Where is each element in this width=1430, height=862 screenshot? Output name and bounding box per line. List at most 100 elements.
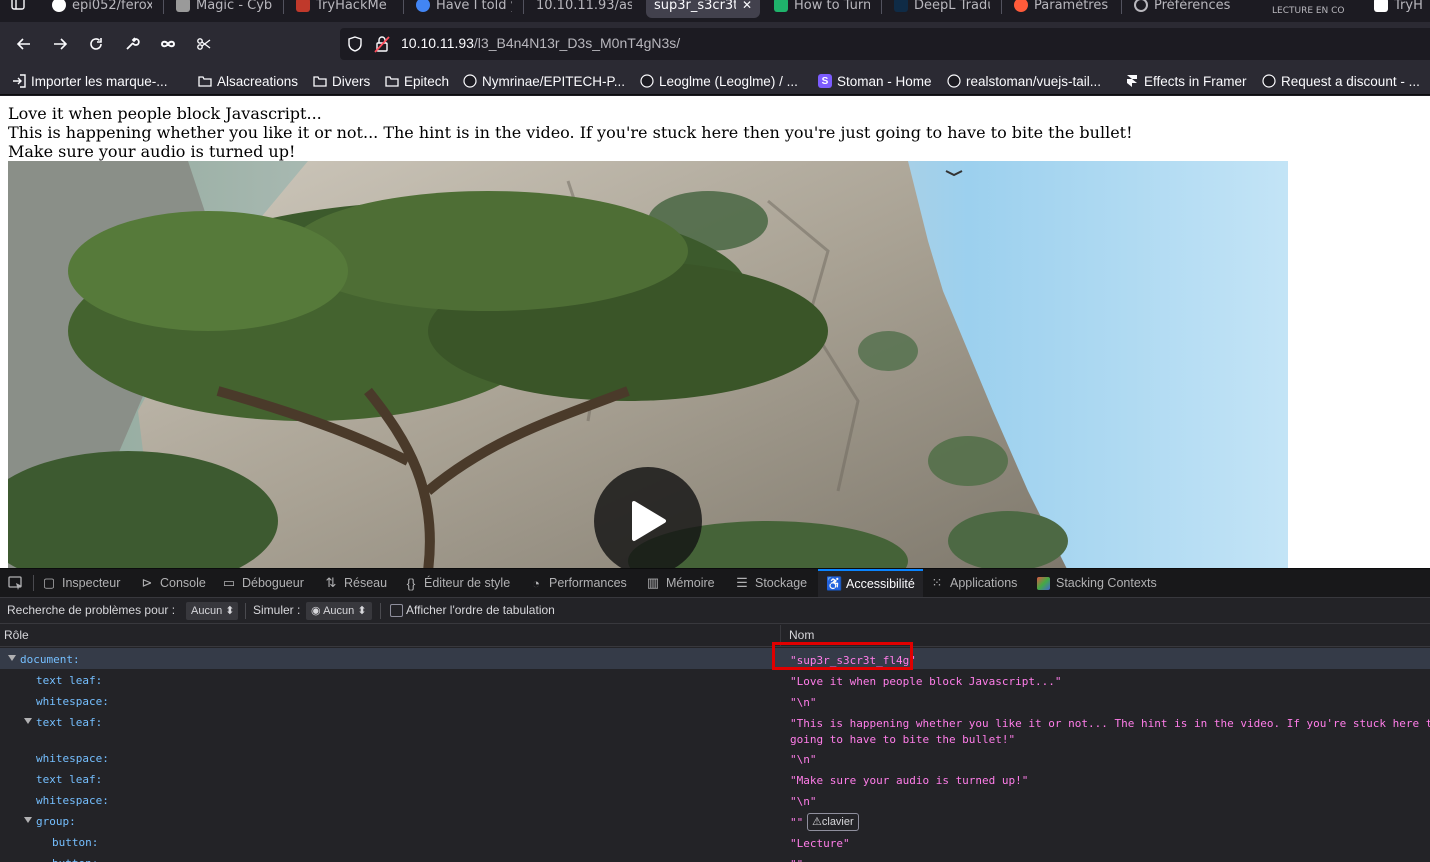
- tab-tryhackme-2[interactable]: TryHa: [1366, 0, 1430, 18]
- video-player[interactable]: [8, 161, 1288, 568]
- simulate-select[interactable]: ◉ Aucun ⬍: [306, 602, 372, 620]
- reload-button[interactable]: [81, 30, 111, 58]
- expand-arrow-icon[interactable]: [8, 655, 16, 661]
- github-icon: [947, 74, 961, 88]
- bookmark-folder-epitech[interactable]: Epitech: [385, 71, 449, 91]
- issues-select[interactable]: Aucun ⬍: [186, 602, 238, 620]
- tab-applications[interactable]: ⁙ Applications: [930, 569, 1018, 597]
- tab-inspecteur[interactable]: ▢ Inspecteur: [42, 569, 121, 597]
- gear-icon: [1134, 0, 1148, 12]
- tab-label: Applications: [950, 576, 1018, 590]
- picker-icon: [8, 576, 22, 590]
- accessibility-icon: ♿: [826, 576, 843, 591]
- folder-icon: [385, 74, 399, 88]
- tab-deepl[interactable]: DeepL Tradu: [886, 0, 998, 18]
- intro-line: Love it when people block Javascript...: [8, 104, 322, 123]
- warning-icon: ⚠: [812, 816, 822, 828]
- bookmark-stoman-home[interactable]: S Stoman - Home: [818, 71, 932, 91]
- tree-row-document[interactable]: document: "sup3r_s3cr3t_fl4g": [0, 648, 1430, 669]
- accessibility-toolbar: Recherche de problèmes pour : Aucun ⬍ Si…: [0, 598, 1430, 624]
- tab-reseau[interactable]: ⇅ Réseau: [324, 569, 388, 597]
- tab-have-i-told[interactable]: Have I told y: [408, 0, 520, 18]
- tab-console[interactable]: ⊳ Console: [140, 569, 206, 597]
- tab-debogueur[interactable]: ▭ Débogueur: [222, 569, 304, 597]
- tab-order-checkbox[interactable]: [390, 604, 403, 617]
- row-role: button:: [52, 857, 98, 862]
- sidebar-toggle-icon[interactable]: [0, 0, 36, 22]
- style-editor-icon: {}: [406, 575, 416, 591]
- private-mode-button[interactable]: [153, 30, 183, 58]
- tab-tryhackme[interactable]: TryHackMe: [288, 0, 400, 18]
- element-picker-button[interactable]: [8, 569, 24, 597]
- role-column-header[interactable]: Rôle: [4, 628, 29, 642]
- expand-arrow-icon[interactable]: [24, 817, 32, 823]
- github-icon: [463, 74, 477, 88]
- play-button[interactable]: [594, 467, 702, 568]
- insecure-lock-icon[interactable]: [374, 35, 390, 53]
- row-role: group:: [36, 815, 76, 828]
- bookmark-folder-alsacreations[interactable]: Alsacreations: [198, 71, 298, 91]
- keyboard-issue-badge[interactable]: ⚠clavier: [807, 813, 859, 831]
- forward-button[interactable]: [45, 30, 75, 58]
- tab-ip-ass[interactable]: 10.10.11.93/ass: [528, 0, 640, 18]
- close-tab-icon[interactable]: ✕: [742, 0, 752, 12]
- tab-editeur-de-style[interactable]: {} Éditeur de style: [404, 569, 511, 597]
- address-bar[interactable]: 10.10.11.93/l3_B4n4N13r_D3s_M0nT4gN3s/: [340, 28, 1430, 60]
- tab-memoire[interactable]: ▥ Mémoire: [646, 569, 715, 597]
- wrench-icon: [126, 37, 140, 50]
- tab-stacking-contexts[interactable]: Stacking Contexts: [1037, 569, 1157, 597]
- tab-label: Accessibilité: [846, 577, 915, 591]
- bookmarks-toolbar: Importer les marque-... Alsacreations Di…: [0, 67, 1430, 95]
- tab-accessibilite[interactable]: ♿ Accessibilité: [818, 569, 923, 597]
- eye-icon: ◉: [311, 605, 321, 617]
- tab-parametres[interactable]: Paramètres: [1006, 0, 1118, 18]
- tree-row-whitespace[interactable]: whitespace: "\n": [0, 747, 1430, 768]
- tab-magic[interactable]: Magic - Cybe: [168, 0, 280, 18]
- tab-sup3r-s3cr3t[interactable]: sup3r_s3cr3t ✕: [646, 0, 760, 18]
- tree-row-text-leaf[interactable]: text leaf: "Love it when people block Ja…: [0, 669, 1430, 690]
- scissors-icon: [197, 38, 211, 50]
- tab-performances[interactable]: ◔ Performances: [529, 569, 627, 597]
- row-name: "\n": [790, 696, 817, 709]
- bookmark-framer[interactable]: Effects in Framer: [1125, 71, 1247, 91]
- expand-arrow-icon[interactable]: [24, 718, 32, 724]
- bookmark-realstoman[interactable]: realstoman/vuejs-tail...: [947, 71, 1101, 91]
- arrow-right-icon: [54, 38, 68, 50]
- simulate-select-value: Aucun: [323, 605, 355, 617]
- network-icon: ⇅: [325, 575, 337, 590]
- tab-label: Console: [160, 576, 206, 590]
- url-path: /l3_B4n4N13r_D3s_M0nT4gN3s/: [473, 35, 681, 51]
- tab-label: How to Turn: [794, 0, 870, 13]
- url-text[interactable]: 10.10.11.93/l3_B4n4N13r_D3s_M0nT4gN3s/: [401, 35, 680, 51]
- bookmark-request-discount[interactable]: Request a discount - ...: [1262, 71, 1420, 91]
- simulate-label: Simuler :: [253, 603, 301, 617]
- tab-preferences[interactable]: Préférences: [1126, 0, 1238, 18]
- bookmark-label: realstoman/vuejs-tail...: [966, 73, 1102, 89]
- row-role: text leaf:: [36, 773, 103, 786]
- tools-button[interactable]: [117, 30, 147, 58]
- row-role: button:: [52, 836, 99, 849]
- tree-row-group[interactable]: group: "" ⚠clavier: [0, 810, 1430, 831]
- bookmark-nymrinae[interactable]: Nymrinae/EPITECH-P...: [463, 71, 625, 91]
- shield-icon[interactable]: [346, 35, 364, 53]
- tab-label: sup3r_s3cr3t: [654, 0, 736, 13]
- devtools-panel: ▢ Inspecteur ⊳ Console ▭ Débogueur ⇅ Rés…: [0, 568, 1430, 862]
- tab-ferox[interactable]: epi052/ferox: [44, 0, 160, 18]
- tree-row-text-leaf[interactable]: text leaf: "Make sure your audio is turn…: [0, 768, 1430, 789]
- tab-how-to-turn[interactable]: How to Turn: [766, 0, 878, 18]
- magic-icon: [176, 0, 190, 12]
- infinity-icon: [160, 40, 176, 48]
- tree-row-whitespace[interactable]: whitespace: "\n": [0, 789, 1430, 810]
- bookmark-leoglme[interactable]: Leoglme (Leoglme) / ...: [640, 71, 798, 91]
- bookmark-label: Effects in Framer: [1144, 73, 1247, 89]
- tree-row-text-leaf[interactable]: text leaf: "This is happening whether yo…: [0, 711, 1430, 747]
- tab-stockage[interactable]: ☰ Stockage: [735, 569, 807, 597]
- screenshot-button[interactable]: [189, 30, 219, 58]
- bookmark-import[interactable]: Importer les marque-...: [12, 71, 168, 91]
- tree-row-button[interactable]: button: "": [0, 852, 1430, 862]
- tree-row-whitespace[interactable]: whitespace: "\n": [0, 690, 1430, 711]
- name-column-header[interactable]: Nom: [789, 628, 814, 642]
- bookmark-folder-divers[interactable]: Divers: [313, 71, 370, 91]
- back-button[interactable]: [9, 30, 39, 58]
- tree-row-button[interactable]: button: "Lecture": [0, 831, 1430, 852]
